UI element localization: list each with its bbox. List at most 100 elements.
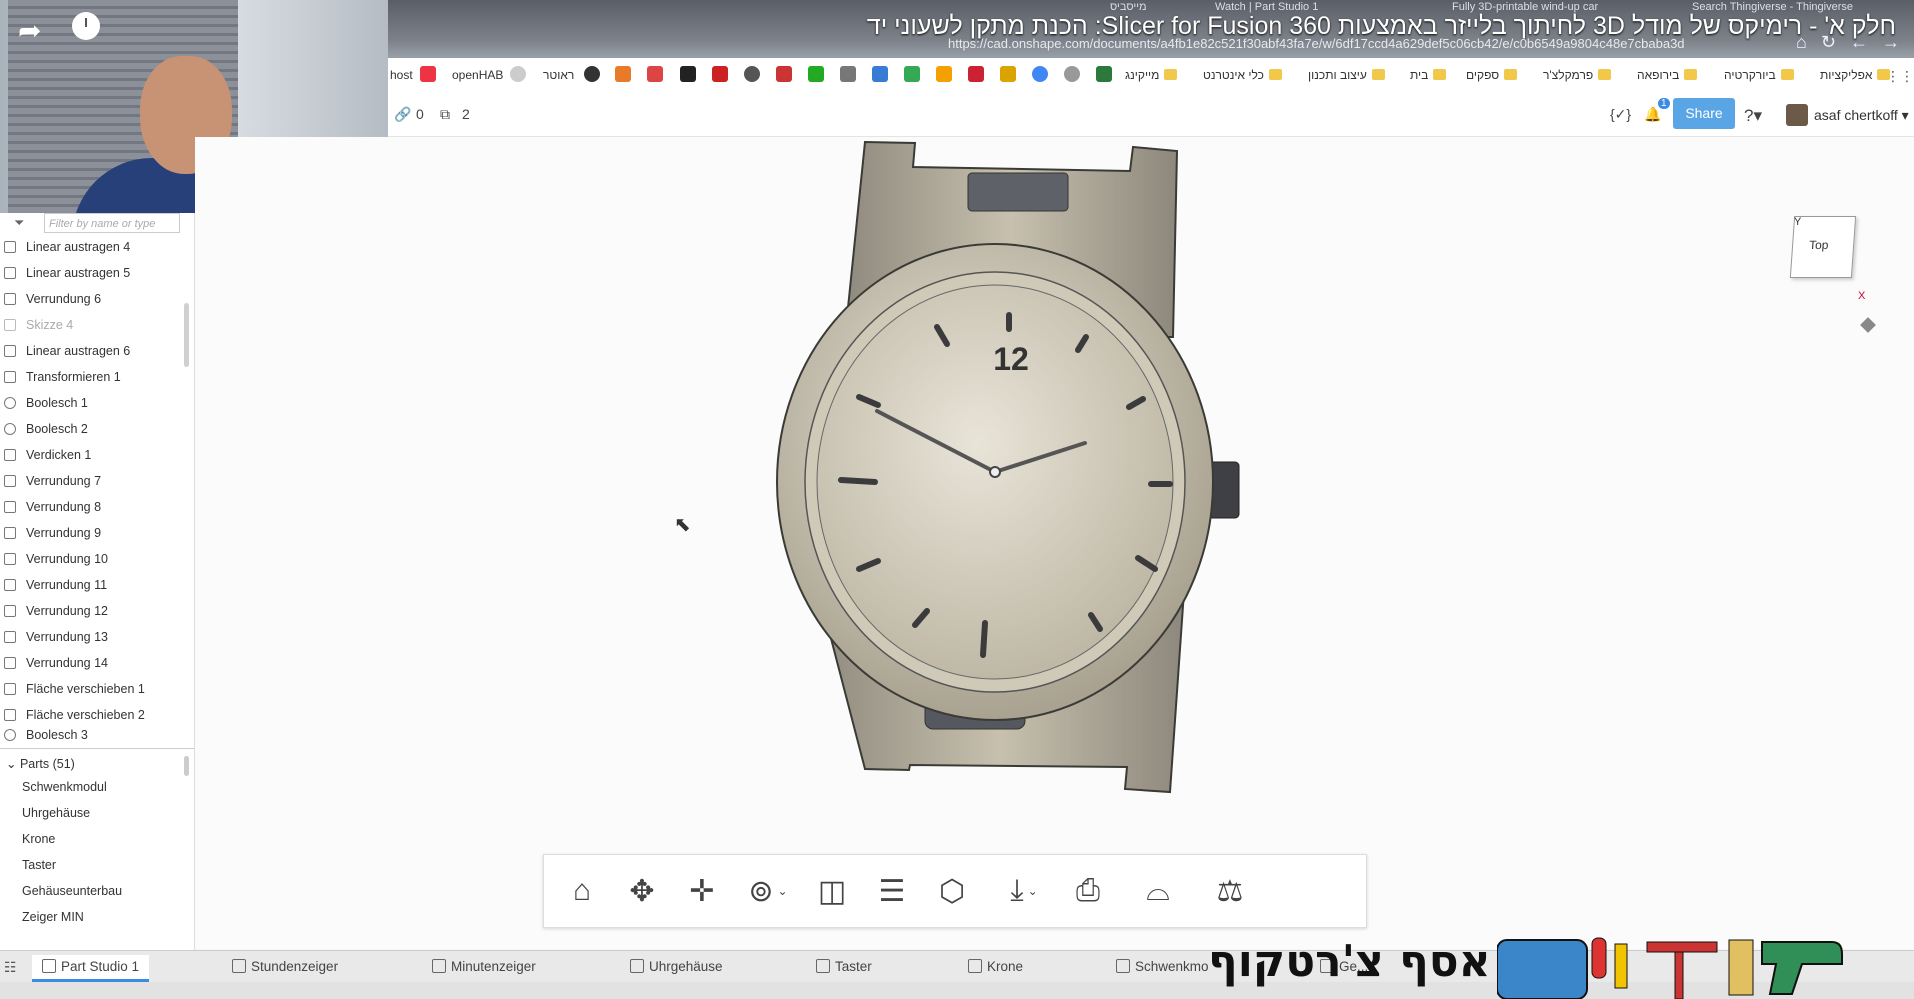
bookmark-favicon-icon[interactable] (840, 66, 856, 82)
feature-item[interactable]: Verrundung 11 (0, 573, 180, 597)
feature-item[interactable]: Verrundung 12 (0, 599, 180, 623)
feature-item[interactable]: Verrundung 13 (0, 625, 180, 649)
parts-list-header[interactable]: ⌄ Parts (51) (6, 756, 75, 771)
download-icon[interactable]: ⤓ ⌄ (992, 865, 1056, 917)
home-icon[interactable]: ⌂ (1796, 32, 1807, 53)
bookmark-favicon-icon[interactable] (584, 66, 600, 82)
cube-icon[interactable]: ⬡ (926, 865, 978, 917)
tab-uhrgehaeuse[interactable]: Uhrgehäuse (630, 955, 723, 979)
part-item[interactable]: Taster (22, 858, 56, 872)
bookmark-favicon-icon[interactable] (1000, 66, 1016, 82)
part-item[interactable]: Zeiger MIN (22, 910, 84, 924)
feature-filter-input[interactable]: Filter by name or type (44, 213, 180, 233)
bookmark-favicon-icon[interactable] (904, 66, 920, 82)
bookmark-folder[interactable]: עיצוב ותכנון (1308, 68, 1385, 82)
help-icon[interactable]: ?▾ (1744, 106, 1762, 126)
part-icon (816, 959, 830, 973)
feature-item[interactable]: Linear austragen 6 (0, 339, 180, 363)
tab-taster[interactable]: Taster (816, 955, 872, 979)
part-item[interactable]: Krone (22, 832, 55, 846)
bookmark-folder[interactable]: ביורקרטיה (1724, 68, 1794, 82)
bookmark-favicon-icon[interactable] (744, 66, 760, 82)
feature-item[interactable]: Skizze 4 (0, 313, 180, 337)
bookmark-folder[interactable]: ספקים (1466, 68, 1518, 82)
chevron-down-icon[interactable]: ⌄ (778, 884, 788, 898)
bookmark[interactable]: host (390, 68, 413, 82)
bookmark-favicon-icon[interactable] (1032, 66, 1048, 82)
feature-item[interactable]: Linear austragen 4 (0, 235, 180, 259)
feature-item[interactable]: Verrundung 7 (0, 469, 180, 493)
tab-list-icon[interactable]: ☷ (4, 959, 17, 976)
bookmark-folder[interactable]: בירופאה (1637, 68, 1698, 82)
bookmark[interactable]: openHAB (452, 68, 503, 82)
filter-icon[interactable]: ⏷ (14, 215, 24, 231)
part-item[interactable]: Gehäuseunterbau (22, 884, 122, 898)
home-icon[interactable]: ⌂ (556, 865, 608, 917)
feature-item[interactable]: Boolesch 3 (0, 723, 180, 745)
feature-item[interactable]: Verrundung 8 (0, 495, 180, 519)
section-icon[interactable]: ◫ (806, 865, 858, 917)
bookmark-favicon-icon[interactable] (936, 66, 952, 82)
tab-minutenzeiger[interactable]: Minutenzeiger (432, 955, 536, 979)
bookmark-favicon-icon[interactable] (1064, 66, 1080, 82)
user-menu[interactable]: asaf chertkoff ▾ (1786, 104, 1909, 126)
bookmark-folder[interactable]: מייקינג (1125, 68, 1178, 82)
apps-grid-icon[interactable]: ⋮⋮ (1886, 68, 1914, 85)
feature-item[interactable]: Boolesch 2 (0, 417, 180, 441)
print-icon[interactable]: ⎙ (1062, 865, 1114, 917)
bookmark-favicon-icon[interactable] (1096, 66, 1112, 82)
share-arrow-icon[interactable]: ➦ (18, 14, 41, 47)
graphics-viewport[interactable]: 12 ⬉ (195, 137, 1914, 949)
share-button[interactable]: Share (1673, 98, 1735, 129)
bookmark-favicon-icon[interactable] (968, 66, 984, 82)
tab-schwenkmodul[interactable]: Schwenkmo (1116, 955, 1209, 979)
measure-icon[interactable]: ⌓ (1132, 865, 1184, 917)
zoom-icon[interactable]: ⊚ ⌄ (736, 865, 800, 917)
copy-icon[interactable]: ⧉ (440, 106, 450, 123)
list-icon[interactable]: ☰ (866, 865, 918, 917)
watch-later-icon[interactable] (72, 12, 100, 40)
notification-bell-icon[interactable]: 🔔 (1644, 106, 1661, 123)
bookmark-folder[interactable]: אפליקציות (1820, 68, 1891, 82)
bookmark-favicon-icon[interactable] (776, 66, 792, 82)
watch-model[interactable]: 12 (195, 137, 1914, 949)
chevron-down-icon[interactable]: ⌄ (1028, 884, 1038, 898)
pan-icon[interactable]: ✛ (676, 865, 728, 917)
bookmark-favicon-icon[interactable] (420, 66, 436, 82)
code-icon[interactable]: {✓} (1610, 106, 1631, 123)
tab-part-studio[interactable]: Part Studio 1 (32, 955, 150, 982)
address-bar[interactable]: https://cad.onshape.com/documents/a4fb1e… (948, 36, 1685, 51)
bookmark-favicon-icon[interactable] (712, 66, 728, 82)
bookmark[interactable]: ראוטר (543, 68, 574, 82)
bookmark-favicon-icon[interactable] (647, 66, 663, 82)
feature-item[interactable]: Verdicken 1 (0, 443, 180, 467)
tab-krone[interactable]: Krone (968, 955, 1023, 979)
feature-item[interactable]: Boolesch 1 (0, 391, 180, 415)
bookmark-favicon-icon[interactable] (680, 66, 696, 82)
bookmark-favicon-icon[interactable] (808, 66, 824, 82)
feature-item[interactable]: Transformieren 1 (0, 365, 180, 389)
feature-item[interactable]: Fläche verschieben 1 (0, 677, 180, 701)
bookmark-folder[interactable]: פרמקלצ'ר (1543, 68, 1612, 82)
bookmark-favicon-icon[interactable] (510, 66, 526, 82)
bookmark-folder[interactable]: בית (1410, 68, 1447, 82)
rotate-icon[interactable]: ✥ (616, 865, 668, 917)
forward-icon[interactable]: → (1882, 32, 1900, 53)
part-item[interactable]: Schwenkmodul (22, 780, 107, 794)
parts-scrollbar[interactable] (184, 756, 189, 776)
balance-icon[interactable]: ⚖ (1204, 865, 1256, 917)
feature-item[interactable]: Verrundung 9 (0, 521, 180, 545)
back-icon[interactable]: ← (1850, 32, 1868, 53)
feature-item[interactable]: Verrundung 6 (0, 287, 180, 311)
bookmark-favicon-icon[interactable] (872, 66, 888, 82)
feature-scrollbar[interactable] (184, 303, 189, 367)
reload-icon[interactable]: ↻ (1821, 32, 1836, 53)
tab-stundenzeiger[interactable]: Stundenzeiger (232, 955, 338, 979)
bookmark-folder[interactable]: כלי אינטרנט (1203, 68, 1282, 82)
part-item[interactable]: Uhrgehäuse (22, 806, 90, 820)
link-icon[interactable]: 🔗 (394, 106, 411, 123)
feature-item[interactable]: Verrundung 14 (0, 651, 180, 675)
bookmark-favicon-icon[interactable] (615, 66, 631, 82)
feature-item[interactable]: Verrundung 10 (0, 547, 180, 571)
feature-item[interactable]: Linear austragen 5 (0, 261, 180, 285)
